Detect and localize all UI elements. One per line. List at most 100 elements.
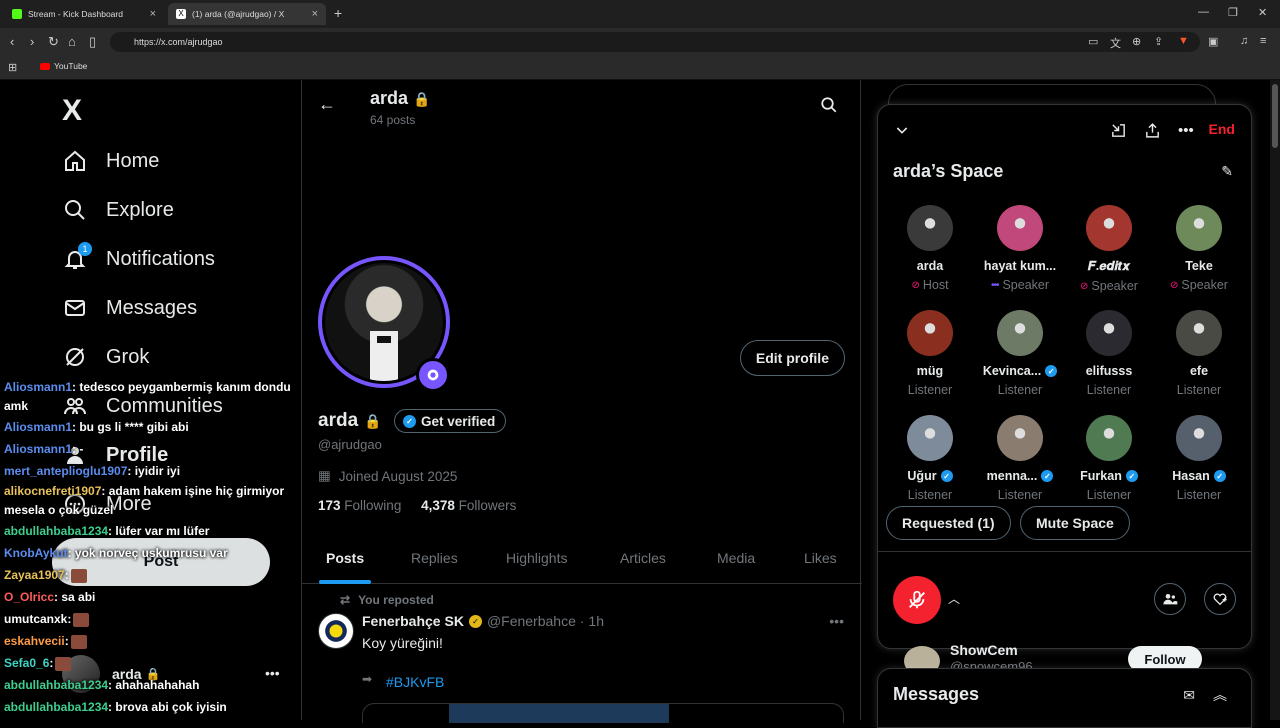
tweet-media[interactable] [362,703,844,723]
chat-username[interactable]: O_Olricc [4,590,54,604]
tweet-author[interactable]: Fenerbahçe SK [362,613,464,629]
nav-home[interactable]: Home [62,148,159,174]
chat-text: : [67,612,72,626]
end-space-button[interactable]: End [1209,121,1235,137]
nav-grok[interactable]: Grok [62,344,149,370]
expand-up-icon[interactable]: ︽ [1213,685,1227,705]
wtf-name: ShowCem [950,642,1018,658]
mic-off-button[interactable] [893,576,941,624]
tab-posts[interactable]: Posts [326,550,364,566]
brave-shield-icon[interactable]: ▼ [1178,35,1189,47]
chevron-up-icon[interactable]: ︿ [948,590,960,607]
tweet-avatar[interactable] [318,613,354,649]
chat-username[interactable]: Sefa0_6 [4,656,49,670]
edit-profile-button[interactable]: Edit profile [739,340,845,376]
space-participant[interactable]: hayat kum... ••• Speaker [976,205,1064,292]
mute-space-button[interactable]: Mute Space [1020,506,1130,540]
reload-icon[interactable]: ↻ [48,34,59,50]
space-participant[interactable]: menna... ✓ Listener [976,415,1064,502]
back-arrow-icon[interactable]: ← [318,94,336,115]
share-icon[interactable] [1144,122,1161,143]
tab-media[interactable]: Media [717,550,755,566]
chat-username[interactable]: Zayaa1907 [4,568,65,582]
participant-role: Listener [1155,383,1243,397]
scrollbar-thumb[interactable] [1272,84,1278,148]
tab-close-icon[interactable]: × [150,8,156,20]
live-space-badge-icon[interactable] [416,358,450,392]
apps-grid-icon[interactable]: ⊞ [8,61,17,74]
chat-message: Aliosmann1: tedesco peygambermiş kanım d… [4,378,300,416]
space-participant[interactable]: müg Listener [886,310,974,397]
chat-username[interactable]: eskahvecii [4,634,65,648]
browser-tab-x[interactable]: X (1) arda (@ajrudgao) / X × [168,3,326,25]
followers-link[interactable]: 4,378 Followers [421,498,516,513]
x-logo-icon[interactable]: X [62,94,82,128]
people-icon[interactable] [1154,583,1186,615]
window-close-icon[interactable]: ✕ [1258,6,1267,19]
browser-tab-kick[interactable]: Stream - Kick Dashboard × [4,3,164,25]
forward-arrow-icon[interactable]: › [30,34,34,49]
back-arrow-icon[interactable]: ‹ [10,34,14,49]
media-icon[interactable]: ♫ [1240,35,1248,47]
chat-username[interactable]: KnobAykut [4,546,68,560]
bookmark-youtube[interactable]: YouTube [40,61,87,71]
url-field[interactable]: https://x.com/ajrudgao [110,32,1200,52]
avatar [997,310,1043,356]
nav-explore[interactable]: Explore [62,197,174,223]
minimize-space-icon[interactable] [1110,122,1127,143]
share-icon[interactable]: ⇪ [1154,35,1163,48]
space-participant[interactable]: Hasan ✓ Listener [1155,415,1243,502]
space-participant[interactable]: arda ⊘ Host [886,205,974,292]
bookmark-icon[interactable]: ▯ [89,34,96,50]
space-participant[interactable]: 𝑭.𝒆𝒅𝒊𝒕𝒙 ⊘ Speaker [1065,205,1153,293]
maximize-icon[interactable]: ❐ [1228,6,1238,19]
minimize-icon[interactable]: — [1198,6,1209,18]
chat-username[interactable]: abdullahbaba1234 [4,678,108,692]
tweet-handle[interactable]: @Fenerbahce [487,613,576,629]
space-participant[interactable]: Uğur ✓ Listener [886,415,974,502]
tweet-hashtag[interactable]: #BJKvFB [386,674,444,690]
chevron-down-icon[interactable] [894,122,910,142]
chat-username[interactable]: abdullahbaba1234 [4,700,108,714]
chat-username[interactable]: umutcanxk [4,612,67,626]
page-scrollbar[interactable] [1270,80,1280,720]
chat-username[interactable]: Aliosmann1 [4,380,72,394]
search-icon[interactable] [820,96,838,119]
heart-plus-icon[interactable] [1204,583,1236,615]
cast-icon[interactable]: ▭ [1088,35,1098,48]
space-participant[interactable]: Kevinca... ✓ Listener [976,310,1064,397]
nav-notifications[interactable]: 1 Notifications [62,242,215,272]
more-dots-icon[interactable]: ••• [1178,122,1194,139]
tab-likes[interactable]: Likes [804,550,837,566]
space-participant[interactable]: Teke ⊘ Speaker [1155,205,1243,292]
tab-highlights[interactable]: Highlights [506,550,567,566]
following-link[interactable]: 173 Following [318,498,401,513]
chat-username[interactable]: abdullahbaba1234 [4,524,108,538]
tweet-time[interactable]: · 1h [580,613,604,629]
sidebar-toggle-icon[interactable]: ▣ [1208,35,1218,48]
chat-username[interactable]: mert_anteplioglu1907 [4,464,127,478]
chat-username[interactable]: alikocnefreti1907 [4,484,101,498]
requested-button[interactable]: Requested (1) [886,506,1011,540]
translate-icon[interactable]: 文 [1110,35,1121,51]
space-participant[interactable]: Furkan ✓ Listener [1065,415,1153,502]
chat-username[interactable]: Aliosmann1 [4,442,72,456]
tab-articles[interactable]: Articles [620,550,666,566]
tab-close-icon[interactable]: × [312,8,318,20]
space-participant[interactable]: efe Listener [1155,310,1243,397]
browser-menu-icon[interactable]: ≡ [1260,35,1266,47]
messages-drawer[interactable]: Messages ✉ ︽ [877,668,1252,728]
edit-pencil-icon[interactable]: ✎ [1221,163,1233,180]
zoom-icon[interactable]: ⊕ [1132,35,1141,48]
chat-username[interactable]: Aliosmann1 [4,420,72,434]
participant-role: ••• Speaker [976,278,1064,292]
new-message-icon[interactable]: ✉ [1183,687,1195,704]
nav-messages[interactable]: Messages [62,295,197,321]
new-tab-plus-icon[interactable]: + [334,5,342,21]
home-browser-icon[interactable]: ⌂ [68,34,76,49]
get-verified-button[interactable]: ✓ Get verified [394,409,507,433]
tab-replies[interactable]: Replies [411,550,458,566]
space-participant[interactable]: elifusss Listener [1065,310,1153,397]
tweet-more-icon[interactable]: ••• [829,613,844,629]
tweet-header: Fenerbahçe SK ✓ @Fenerbahce · 1h [362,613,604,629]
